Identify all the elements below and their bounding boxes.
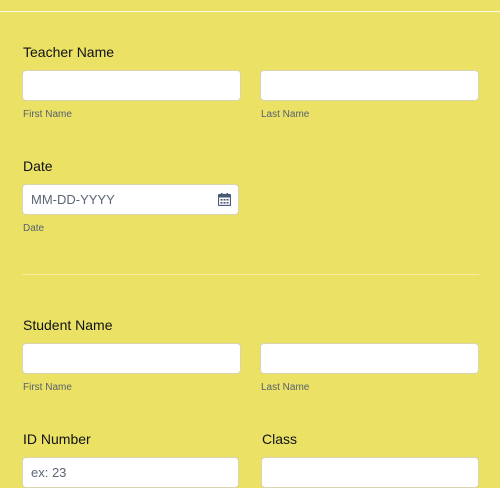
student-last-name-input[interactable] [260,343,479,374]
teacher-first-name-input[interactable] [22,70,241,101]
teacher-first-name-sublabel: First Name [23,109,72,120]
student-name-label: Student Name [23,317,113,333]
class-label: Class [262,431,298,447]
section-divider [22,274,479,275]
date-input[interactable]: MM-DD-YYYY [22,184,239,215]
calendar-icon[interactable] [218,193,231,206]
student-first-name-sublabel: First Name [23,382,72,393]
id-number-input[interactable]: ex: 23 [22,457,239,488]
teacher-last-name-input[interactable] [260,70,479,101]
student-last-name-sublabel: Last Name [261,382,310,393]
id-number-placeholder: ex: 23 [31,465,67,480]
class-input[interactable] [261,457,479,488]
id-number-label: ID Number [23,431,91,447]
teacher-last-name-sublabel: Last Name [261,109,310,120]
teacher-name-label: Teacher Name [23,44,115,60]
student-first-name-input[interactable] [22,343,241,374]
date-placeholder: MM-DD-YYYY [31,192,115,207]
date-sublabel: Date [23,223,45,234]
date-label: Date [23,158,53,174]
top-divider [0,11,500,12]
